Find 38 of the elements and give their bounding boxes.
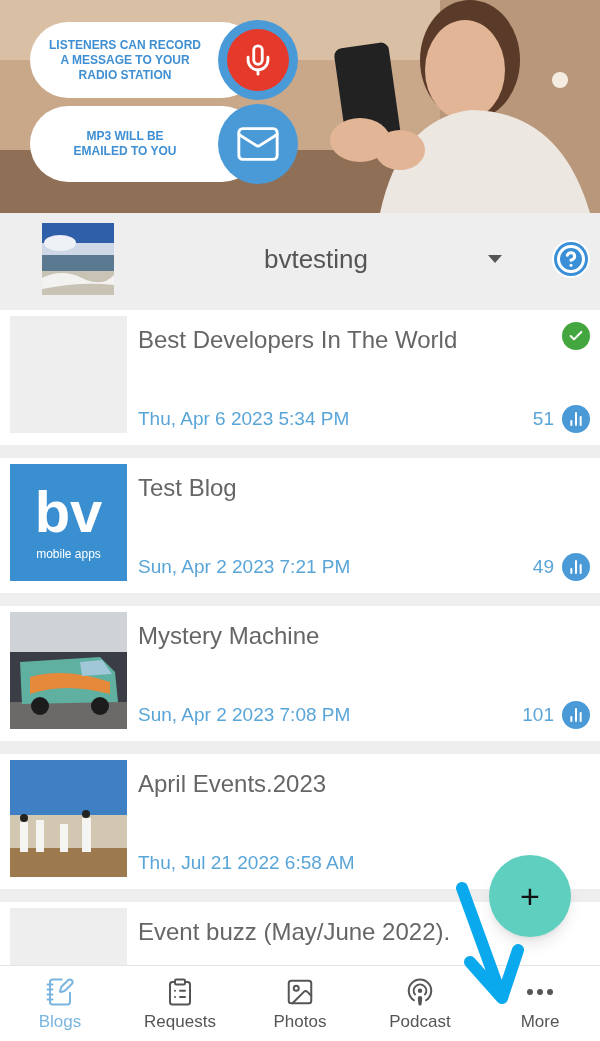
blog-card[interactable]: Mystery Machine Sun, Apr 2 2023 7:08 PM 101 — [0, 606, 600, 741]
callout-text: RADIO STATION — [78, 67, 172, 83]
logo-mark: bv — [34, 482, 103, 541]
callout-text: A MESSAGE TO YOUR — [60, 52, 190, 68]
blog-title: Best Developers In The World — [138, 325, 459, 355]
logo-caption: mobile apps — [36, 545, 101, 563]
view-count: 101 — [522, 702, 554, 727]
station-selector[interactable]: bvtesting — [144, 239, 552, 279]
blog-title: Mystery Machine — [138, 621, 321, 651]
notepad-icon — [45, 977, 75, 1007]
nav-tab[interactable]: Photos — [240, 966, 360, 1041]
stats-icon — [562, 404, 590, 433]
stats-icon — [562, 552, 590, 581]
blog-title: Test Blog — [138, 473, 238, 503]
callout-text: LISTENERS CAN RECORD — [49, 37, 201, 53]
stats-icon — [562, 700, 590, 729]
blog-date: Thu, Jul 21 2022 6:58 AM — [138, 850, 356, 875]
nav-tab[interactable]: Podcast — [360, 966, 480, 1041]
view-count: 49 — [532, 554, 554, 579]
blog-title: Event buzz (May/June 2022). — [138, 917, 452, 947]
more-icon — [527, 989, 553, 995]
callout-text: EMAILED TO YOU — [73, 144, 177, 159]
podcast-icon — [405, 977, 435, 1007]
image-icon — [285, 977, 315, 1007]
blog-card[interactable]: bv mobile apps Test Blog Sun, Apr 2 2023 7:21 PM 49 — [0, 458, 600, 593]
blog-date: Sun, Apr 2 2023 7:21 PM — [138, 554, 352, 579]
blog-date: Thu, Apr 6 2023 5:34 PM — [138, 406, 351, 431]
callout-text: MP3 WILL BE — [86, 129, 164, 144]
caret-icon — [488, 255, 502, 263]
view-count: 51 — [532, 406, 554, 431]
blog-card[interactable]: April Events.2023 Thu, Jul 21 2022 6:58 AM — [0, 754, 600, 889]
blog-title: April Events.2023 — [138, 769, 328, 799]
help-button[interactable] — [552, 240, 590, 278]
nav-tab[interactable]: More — [480, 966, 600, 1041]
blog-date: Sun, Apr 2 2023 7:08 PM — [138, 702, 352, 727]
help-icon — [556, 244, 586, 274]
blog-card[interactable]: Best Developers In The World Thu, Apr 6 2023 5:34 PM 51 — [0, 310, 600, 445]
nav-tab[interactable]: Requests — [120, 966, 240, 1041]
